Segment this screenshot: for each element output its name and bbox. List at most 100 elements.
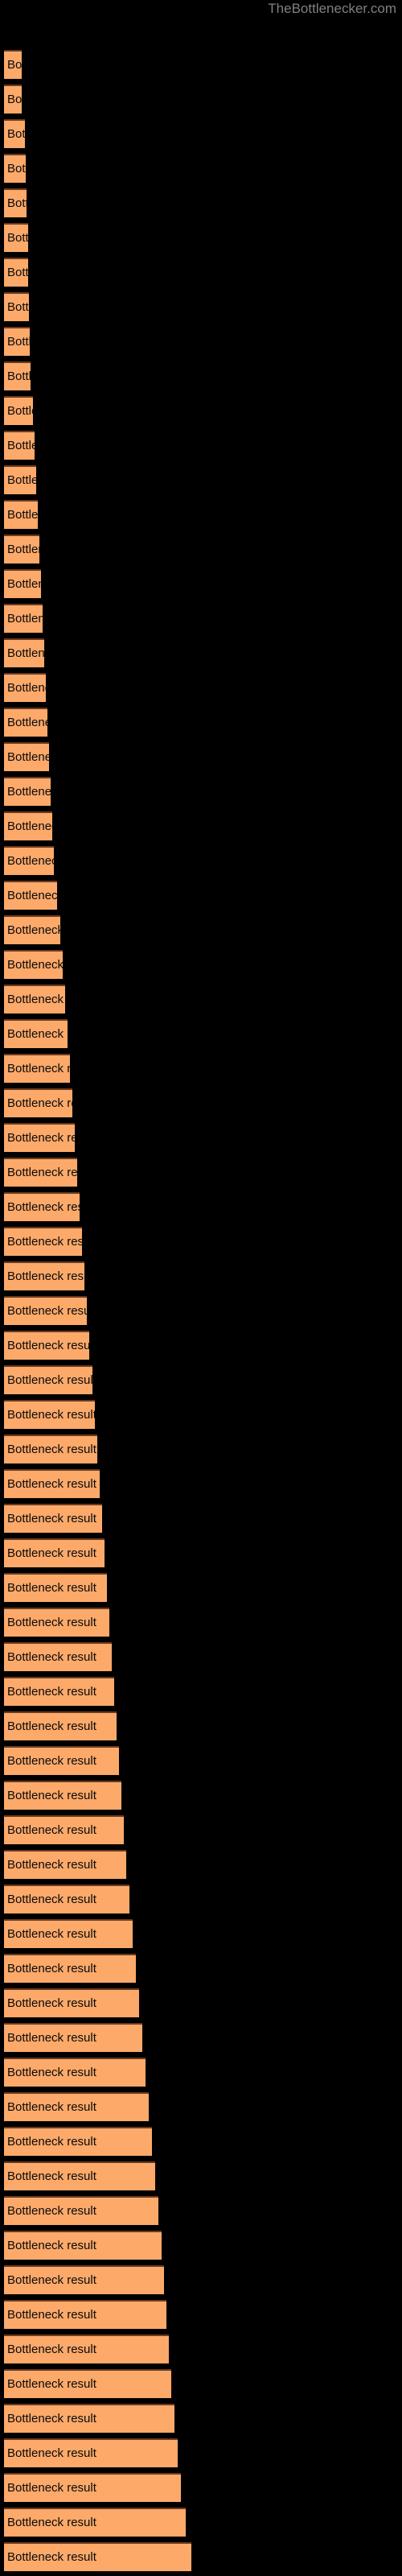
bar-29[interactable]: Bottleneck result: [4, 1019, 68, 1048]
bar-72[interactable]: Bottleneck result: [4, 2508, 186, 2537]
bar-37[interactable]: Bottleneck result: [4, 1296, 87, 1325]
bar-53[interactable]: Bottleneck result: [4, 1850, 126, 1879]
bar-61[interactable]: Bottleneck result: [4, 2127, 152, 2156]
bar-51[interactable]: Bottleneck result: [4, 1781, 121, 1810]
bar-38[interactable]: Bottleneck result: [4, 1331, 89, 1360]
bar-6[interactable]: Bottleneck result: [4, 223, 28, 252]
bar-28[interactable]: Bottleneck result: [4, 985, 65, 1013]
bar-16[interactable]: Bottleneck result: [4, 569, 41, 598]
bar-label: Bottleneck result: [7, 2031, 96, 2045]
bar-48[interactable]: Bottleneck result: [4, 1677, 114, 1706]
bar-1[interactable]: Bottleneck result: [4, 50, 22, 79]
bar-label: Bottleneck result: [7, 2446, 96, 2460]
bar-65[interactable]: Bottleneck result: [4, 2265, 164, 2294]
bar-label: Bottleneck result: [7, 162, 26, 175]
bar-44[interactable]: Bottleneck result: [4, 1538, 105, 1567]
bar-10[interactable]: Bottleneck result: [4, 361, 31, 390]
bar-33[interactable]: Bottleneck result: [4, 1158, 77, 1187]
bar-71[interactable]: Bottleneck result: [4, 2473, 181, 2502]
bar-12[interactable]: Bottleneck result: [4, 431, 35, 460]
bar-22[interactable]: Bottleneck result: [4, 777, 51, 806]
bar-19[interactable]: Bottleneck result: [4, 673, 46, 702]
bar-55[interactable]: Bottleneck result: [4, 1919, 133, 1948]
bar-31[interactable]: Bottleneck result: [4, 1088, 72, 1117]
bar-label: Bottleneck result: [7, 1373, 92, 1387]
bar-label: Bottleneck result: [7, 2273, 96, 2287]
bar-64[interactable]: Bottleneck result: [4, 2231, 162, 2260]
bar-9[interactable]: Bottleneck result: [4, 327, 30, 356]
bar-4[interactable]: Bottleneck result: [4, 154, 26, 183]
bar-label: Bottleneck result: [7, 1027, 68, 1041]
bar-label: Bottleneck result: [7, 2066, 96, 2079]
bar-35[interactable]: Bottleneck result: [4, 1227, 82, 1256]
bar-label: Bottleneck result: [7, 300, 29, 314]
bar-68[interactable]: Bottleneck result: [4, 2369, 171, 2398]
bar-58[interactable]: Bottleneck result: [4, 2023, 142, 2052]
bar-label: Bottleneck result: [7, 1304, 87, 1318]
bar-62[interactable]: Bottleneck result: [4, 2161, 155, 2190]
bar-66[interactable]: Bottleneck result: [4, 2300, 166, 2329]
bar-73[interactable]: Bottleneck result: [4, 2542, 191, 2571]
bar-57[interactable]: Bottleneck result: [4, 1988, 139, 2017]
bar-17[interactable]: Bottleneck result: [4, 604, 43, 633]
bar-20[interactable]: Bottleneck result: [4, 708, 47, 737]
bar-69[interactable]: Bottleneck result: [4, 2404, 174, 2433]
bar-56[interactable]: Bottleneck result: [4, 1954, 136, 1983]
bar-label: Bottleneck result: [7, 1062, 70, 1075]
bar-47[interactable]: Bottleneck result: [4, 1642, 112, 1671]
bar-46[interactable]: Bottleneck result: [4, 1608, 109, 1637]
bar-label: Bottleneck result: [7, 1858, 96, 1872]
bar-50[interactable]: Bottleneck result: [4, 1746, 119, 1775]
bar-25[interactable]: Bottleneck result: [4, 881, 57, 910]
bar-49[interactable]: Bottleneck result: [4, 1711, 117, 1740]
bar-21[interactable]: Bottleneck result: [4, 742, 49, 771]
bar-14[interactable]: Bottleneck result: [4, 500, 38, 529]
bar-label: Bottleneck result: [7, 1650, 96, 1664]
bar-36[interactable]: Bottleneck result: [4, 1261, 84, 1290]
bar-label: Bottleneck result: [7, 404, 33, 418]
bar-label: Bottleneck result: [7, 1269, 84, 1283]
bar-18[interactable]: Bottleneck result: [4, 638, 44, 667]
bar-label: Bottleneck result: [7, 993, 65, 1006]
bar-45[interactable]: Bottleneck result: [4, 1573, 107, 1602]
bar-label: Bottleneck result: [7, 1927, 96, 1941]
bar-60[interactable]: Bottleneck result: [4, 2092, 149, 2121]
bar-32[interactable]: Bottleneck result: [4, 1123, 75, 1152]
bar-label: Bottleneck result: [7, 508, 38, 522]
bar-label: Bottleneck result: [7, 1616, 96, 1629]
bar-59[interactable]: Bottleneck result: [4, 2058, 146, 2087]
bar-label: Bottleneck result: [7, 819, 52, 833]
bar-label: Bottleneck result: [7, 2239, 96, 2252]
bar-13[interactable]: Bottleneck result: [4, 465, 36, 494]
bar-63[interactable]: Bottleneck result: [4, 2196, 158, 2225]
bar-label: Bottleneck result: [7, 58, 22, 72]
bar-34[interactable]: Bottleneck result: [4, 1192, 80, 1221]
bar-3[interactable]: Bottleneck result: [4, 119, 25, 148]
bar-24[interactable]: Bottleneck result: [4, 846, 54, 875]
bar-label: Bottleneck result: [7, 1131, 75, 1145]
bar-52[interactable]: Bottleneck result: [4, 1815, 124, 1844]
bar-11[interactable]: Bottleneck result: [4, 396, 33, 425]
bar-label: Bottleneck result: [7, 1581, 96, 1595]
bar-5[interactable]: Bottleneck result: [4, 188, 27, 217]
bar-label: Bottleneck result: [7, 1200, 80, 1214]
bar-39[interactable]: Bottleneck result: [4, 1365, 92, 1394]
bar-70[interactable]: Bottleneck result: [4, 2438, 178, 2467]
bar-40[interactable]: Bottleneck result: [4, 1400, 95, 1429]
bar-label: Bottleneck result: [7, 716, 47, 729]
bar-42[interactable]: Bottleneck result: [4, 1469, 100, 1498]
bar-54[interactable]: Bottleneck result: [4, 1885, 129, 1913]
bar-30[interactable]: Bottleneck result: [4, 1054, 70, 1083]
bar-26[interactable]: Bottleneck result: [4, 915, 60, 944]
bar-15[interactable]: Bottleneck result: [4, 535, 39, 564]
bar-label: Bottleneck result: [7, 1823, 96, 1837]
bar-2[interactable]: Bottleneck result: [4, 85, 22, 114]
bar-23[interactable]: Bottleneck result: [4, 811, 52, 840]
bar-27[interactable]: Bottleneck result: [4, 950, 63, 979]
bar-67[interactable]: Bottleneck result: [4, 2334, 169, 2363]
bar-8[interactable]: Bottleneck result: [4, 292, 29, 321]
bar-41[interactable]: Bottleneck result: [4, 1435, 97, 1463]
bar-43[interactable]: Bottleneck result: [4, 1504, 102, 1533]
bar-7[interactable]: Bottleneck result: [4, 258, 28, 287]
bar-label: Bottleneck result: [7, 1893, 96, 1906]
